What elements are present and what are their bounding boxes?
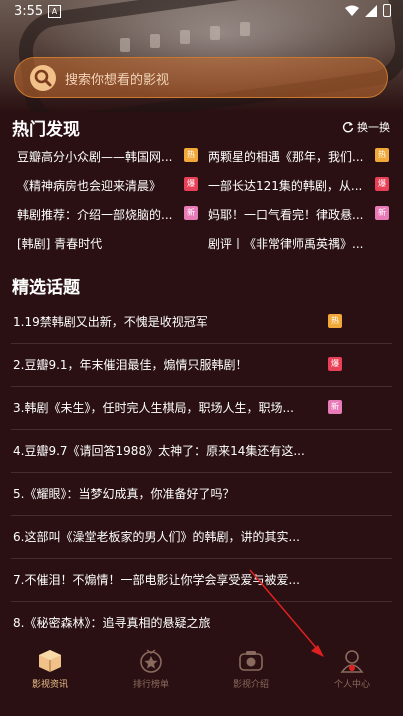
refresh-button[interactable]: 换一换 [342, 119, 390, 135]
hot-item-badge: 热 [375, 148, 389, 162]
nav-item-profile[interactable]: 个人中心 [317, 648, 387, 690]
hot-item[interactable]: 两颗星的相遇《那年，我们... [208, 148, 363, 165]
signal-icon [365, 4, 377, 17]
hot-item[interactable]: 剧评丨《非常律师禹英禑》... [208, 235, 363, 252]
nav-label-profile: 个人中心 [333, 680, 370, 690]
topic-row[interactable]: 2.豆瓣9.1，年末催泪最佳，煽情只服韩剧！ 爆 [11, 343, 392, 387]
topic-title: 2.豆瓣9.1，年末催泪最佳，煽情只服韩剧！ [13, 358, 248, 372]
hot-item[interactable]: 韩剧推荐：介绍一部烧脑的... [17, 206, 172, 223]
refresh-icon [342, 122, 354, 133]
hot-item-badge: 热 [184, 148, 198, 162]
topic-badge: 爆 [328, 357, 342, 371]
hot-item[interactable]: 豆瓣高分小众剧——韩国网... [17, 148, 172, 165]
search-icon[interactable] [29, 64, 57, 92]
nav-item-news[interactable]: 影视资讯 [15, 648, 85, 690]
topic-row[interactable]: 5.《耀眼》：当梦幻成真，你准备好了吗？ [11, 472, 392, 516]
topic-title: 4.豆瓣9.7《请回答1988》太神了：原来14集还有这... [13, 444, 305, 458]
topic-row[interactable]: 3.韩剧《未生》，任时完人生棋局，职场人生，职场... 新 [11, 386, 392, 430]
hot-item-badge: 新 [184, 206, 198, 220]
status-bar: 3:55 A [0, 0, 403, 24]
nav-item-ranking[interactable]: 排行榜单 [116, 648, 186, 690]
hot-section-title: 热门发现 [12, 120, 80, 140]
nav-item-intro[interactable]: 影视介绍 [216, 648, 286, 690]
ranking-icon [140, 649, 162, 673]
hot-item[interactable]: [韩剧] 青春时代 [17, 235, 102, 252]
film-hole [120, 38, 130, 52]
box-icon [39, 650, 61, 672]
camera-icon [239, 651, 263, 671]
topic-title: 7.不催泪！不煽情！一部电影让你学会享受爱与被爱... [13, 573, 300, 587]
topic-row[interactable]: 7.不催泪！不煽情！一部电影让你学会享受爱与被爱... [11, 558, 392, 602]
topic-badge: 热 [328, 314, 342, 328]
topic-row[interactable]: 1.19禁韩剧又出新，不愧是收视冠军 热 [11, 300, 392, 344]
film-hole [150, 34, 160, 48]
topic-title: 3.韩剧《未生》，任时完人生棋局，职场人生，职场... [13, 401, 294, 415]
wifi-icon [345, 5, 359, 16]
hot-item-badge: 爆 [375, 177, 389, 191]
person-icon [340, 650, 364, 673]
nav-label-ranking: 排行榜单 [132, 680, 169, 690]
film-hole [180, 30, 190, 44]
status-notification-icon: A [48, 5, 61, 18]
status-time: 3:55 [14, 4, 44, 19]
bottom-nav: 影视资讯 排行榜单 影视介绍 个人中心 [0, 638, 403, 716]
film-hole [210, 26, 220, 40]
topic-row[interactable]: 6.这部叫《澡堂老板家的男人们》的韩剧，讲的其实... [11, 515, 392, 559]
topic-title: 8.《秘密森林》：追寻真相的悬疑之旅 [13, 616, 211, 630]
topic-row[interactable]: 4.豆瓣9.7《请回答1988》太神了：原来14集还有这... [11, 429, 392, 473]
hot-item[interactable]: 一部长达121集的韩剧，从... [208, 177, 362, 194]
topics-section-title: 精选话题 [12, 278, 80, 298]
search-input[interactable]: 搜索你想看的影视 [14, 57, 388, 98]
hot-item[interactable]: 妈耶！一口气看完！律政悬... [208, 206, 363, 223]
refresh-label: 换一换 [357, 121, 390, 134]
hot-item-badge: 爆 [184, 177, 198, 191]
hot-item-badge: 新 [375, 206, 389, 220]
battery-icon [383, 4, 391, 17]
topic-title: 5.《耀眼》：当梦幻成真，你准备好了吗？ [13, 487, 235, 501]
nav-label-news: 影视资讯 [31, 680, 68, 690]
hot-item[interactable]: 《精神病房也会迎来清晨》 [17, 177, 161, 194]
topic-title: 1.19禁韩剧又出新，不愧是收视冠军 [13, 315, 208, 329]
topic-badge: 新 [328, 400, 342, 414]
film-hole [240, 22, 250, 36]
search-placeholder: 搜索你想看的影视 [65, 73, 170, 88]
nav-label-intro: 影视介绍 [232, 680, 269, 690]
topic-title: 6.这部叫《澡堂老板家的男人们》的韩剧，讲的其实... [13, 530, 300, 544]
